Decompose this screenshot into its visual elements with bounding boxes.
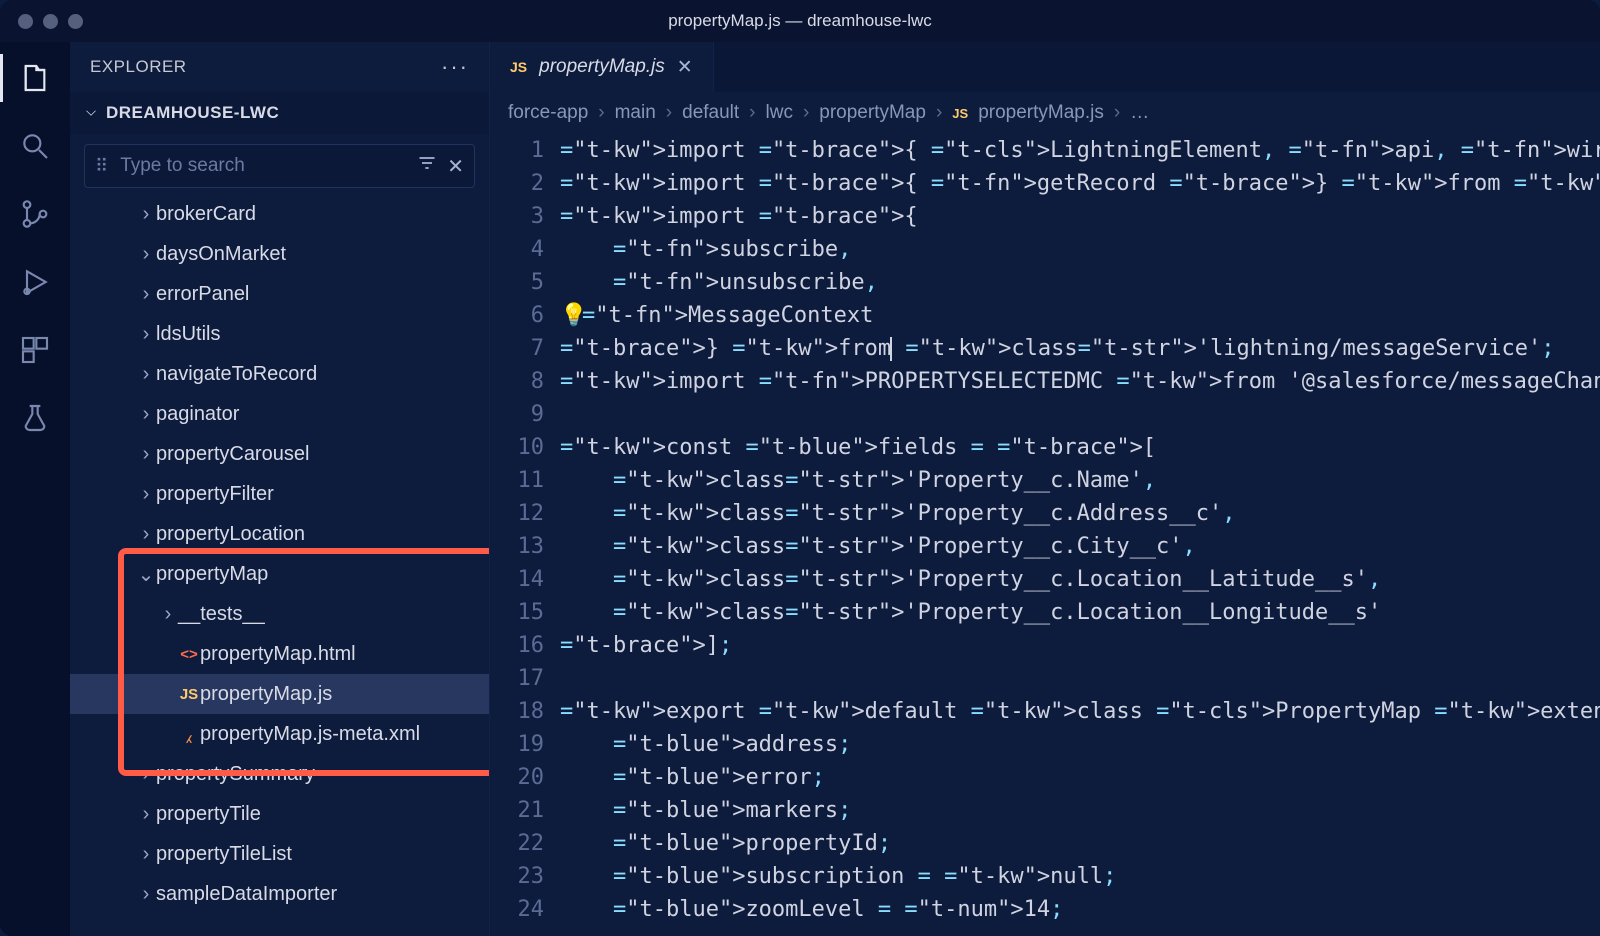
tab-label: propertyMap.js	[539, 56, 665, 78]
breadcrumb-segment[interactable]: force-app	[508, 102, 588, 124]
tree-item-propertytile[interactable]: ›propertyTile	[70, 794, 489, 834]
tree-item-propertymap-js-meta-xml[interactable]: ⁁propertyMap.js-meta.xml	[70, 714, 489, 754]
tree-search[interactable]: ⠿ ✕	[84, 144, 475, 188]
tree-item-paginator[interactable]: ›paginator	[70, 394, 489, 434]
code-editor[interactable]: 123456789101112131415161718192021222324 …	[490, 134, 1600, 936]
tree-item-errorpanel[interactable]: ›errorPanel	[70, 274, 489, 314]
more-actions-icon[interactable]: ···	[441, 54, 469, 80]
search-icon[interactable]	[17, 128, 53, 164]
editor-area: JS propertyMap.js ✕ force-app›main›defau…	[490, 42, 1600, 936]
breadcrumb-segment[interactable]: default	[682, 102, 739, 124]
app-window: propertyMap.js — dreamhouse-lwc	[0, 0, 1600, 936]
testing-icon[interactable]	[17, 400, 53, 436]
tab-bar: JS propertyMap.js ✕	[490, 42, 1600, 92]
tree-item-sampledataimporter[interactable]: ›sampleDataImporter	[70, 874, 489, 914]
tree-item--tests-[interactable]: ›__tests__	[70, 594, 489, 634]
tree-item-daysonmarket[interactable]: ›daysOnMarket	[70, 234, 489, 274]
run-debug-icon[interactable]	[17, 264, 53, 300]
file-tree[interactable]: ›brokerCard›daysOnMarket›errorPanel›ldsU…	[70, 194, 489, 936]
explorer-icon[interactable]	[17, 60, 53, 96]
tree-item-propertylocation[interactable]: ›propertyLocation	[70, 514, 489, 554]
tree-item-propertytilelist[interactable]: ›propertyTileList	[70, 834, 489, 874]
tab-propertymap-js[interactable]: JS propertyMap.js ✕	[490, 42, 714, 92]
line-numbers: 123456789101112131415161718192021222324	[490, 134, 560, 936]
breadcrumb-segment[interactable]: propertyMap.js	[978, 102, 1104, 124]
grip-icon[interactable]: ⠿	[95, 156, 108, 177]
activity-bar	[0, 42, 70, 936]
tree-item-propertymap-js[interactable]: JSpropertyMap.js	[70, 674, 489, 714]
tree-item-propertysummary[interactable]: ›propertySummary	[70, 754, 489, 794]
code-content[interactable]: ="t-kw">import ="t-brace">{ ="t-cls">Lig…	[560, 134, 1600, 936]
tree-item-brokercard[interactable]: ›brokerCard	[70, 194, 489, 234]
tree-item-ldsutils[interactable]: ›ldsUtils	[70, 314, 489, 354]
breadcrumb-segment[interactable]: propertyMap	[819, 102, 926, 124]
source-control-icon[interactable]	[17, 196, 53, 232]
filter-icon[interactable]	[417, 153, 437, 179]
explorer-sidebar: EXPLORER ··· DREAMHOUSE-LWC ⠿ ✕ ›brokerC…	[70, 42, 490, 936]
tree-item-propertymap-html[interactable]: <>propertyMap.html	[70, 634, 489, 674]
tree-item-propertycarousel[interactable]: ›propertyCarousel	[70, 434, 489, 474]
tree-item-navigatetorecord[interactable]: ›navigateToRecord	[70, 354, 489, 394]
breadcrumb-segment[interactable]: main	[615, 102, 656, 124]
breadcrumb-segment[interactable]: …	[1130, 102, 1149, 124]
sidebar-title: EXPLORER	[90, 57, 187, 77]
tree-item-propertyfilter[interactable]: ›propertyFilter	[70, 474, 489, 514]
tree-item-propertymap[interactable]: ⌄propertyMap	[70, 554, 489, 594]
extensions-icon[interactable]	[17, 332, 53, 368]
sidebar-header: EXPLORER ···	[70, 42, 489, 92]
js-file-icon: JS	[510, 59, 527, 75]
workspace-name: DREAMHOUSE-LWC	[106, 103, 279, 123]
tree-search-input[interactable]	[118, 154, 407, 178]
clear-search-icon[interactable]: ✕	[447, 154, 464, 179]
window-title: propertyMap.js — dreamhouse-lwc	[0, 11, 1600, 31]
breadcrumb[interactable]: force-app›main›default›lwc›propertyMap›J…	[490, 92, 1600, 134]
workspace-section[interactable]: DREAMHOUSE-LWC	[70, 92, 489, 134]
titlebar: propertyMap.js — dreamhouse-lwc	[0, 0, 1600, 42]
breadcrumb-segment[interactable]: lwc	[766, 102, 793, 124]
close-tab-icon[interactable]: ✕	[677, 56, 693, 79]
